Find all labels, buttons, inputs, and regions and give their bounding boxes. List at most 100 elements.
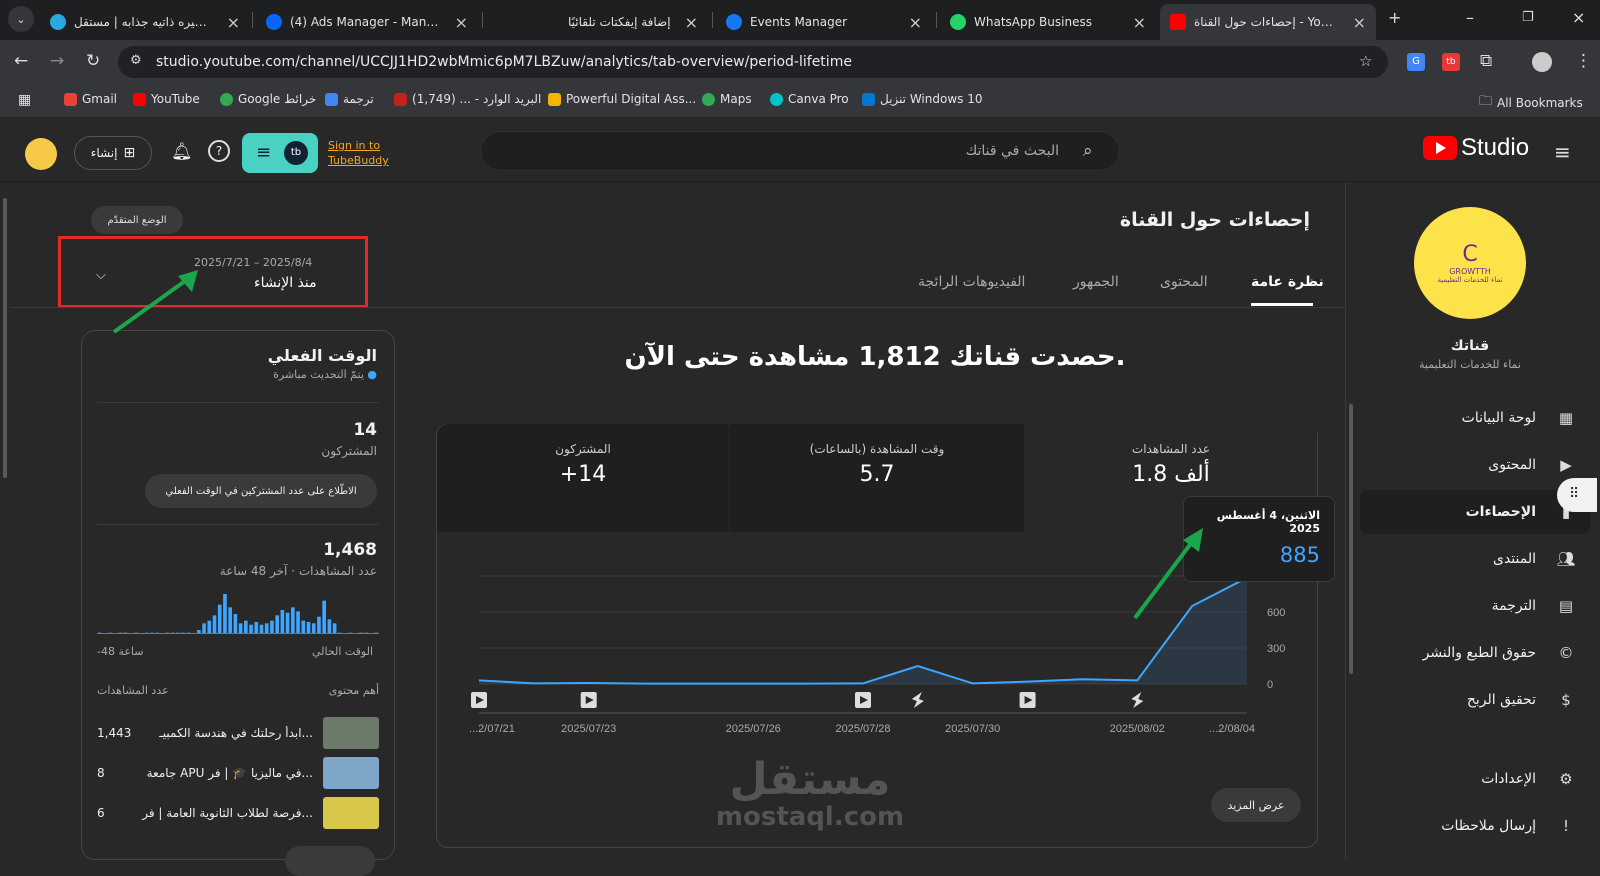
bookmark-digital-assets[interactable]: Powerful Digital Ass... (548, 92, 696, 106)
realtime-title: الوقت الفعلي (267, 346, 377, 365)
tubebuddy-ext-icon[interactable]: tb (1442, 53, 1460, 71)
bookmark-inbox[interactable]: البريد الوارد - ... (1,749) (394, 92, 541, 106)
realtime-subs-value: 14 (353, 420, 377, 440)
bookmark-canva[interactable]: Canva Pro (770, 92, 849, 106)
maximize-icon[interactable]: ❐ (1522, 10, 1534, 25)
top-content-row[interactable]: 8 جامعة APU في ماليزيا 🎓 | فر... (97, 756, 379, 790)
sidebar-item-settings[interactable]: الإعدادات ⚙ (1360, 757, 1590, 801)
bookmark-youtube[interactable]: YouTube (133, 92, 200, 106)
x-tick-label: 2025/07/23 (561, 723, 616, 735)
realtime-bar (264, 623, 269, 634)
bookmark-maps[interactable]: Maps (702, 92, 752, 106)
bookmark-translate[interactable]: ترجمة (325, 92, 374, 106)
browser-tab-5[interactable]: إحصاءات حول القناة - YouTube Studio× (1160, 4, 1376, 40)
annotation-arrow (112, 270, 198, 334)
sidebar-item-community[interactable]: المنتدى 👥︎ (1360, 537, 1590, 581)
drag-handle-icon[interactable]: ⠿ (1557, 478, 1597, 512)
profile-icon[interactable] (1532, 52, 1552, 72)
browser-tab-1[interactable]: (4) Ads Manager - Manage ads× (256, 4, 478, 40)
sidebar-scrollbar[interactable] (1349, 404, 1353, 674)
all-bookmarks[interactable]: 🗀 All Bookmarks (1479, 92, 1583, 114)
folder-icon: 🗀 (1479, 94, 1493, 109)
realtime-bar (202, 623, 206, 634)
menu-kebab-icon[interactable]: ⋮ (1575, 51, 1592, 71)
bookmark-gmail[interactable]: Gmail (64, 92, 117, 106)
new-tab-icon[interactable]: + (1388, 8, 1401, 27)
sidebar-item-subtitles[interactable]: الترجمة ▤ (1360, 584, 1590, 628)
extensions-icon[interactable]: ⧉ (1480, 51, 1492, 71)
tubebuddy-menu-button[interactable]: ≡ tb (242, 133, 318, 173)
browser-tab-2[interactable]: إضافة إيفكتات تلقائيًا × (486, 4, 708, 40)
realtime-bar (322, 600, 326, 634)
see-more-button[interactable]: عرض المزيد (1211, 788, 1301, 822)
top-content-row[interactable]: 1,443 ابدأ رحلتك في هندسة الكمبيـ... (97, 716, 379, 750)
realtime-bar (301, 620, 306, 634)
bookmark-windows[interactable]: تنزيل Windows 10 (862, 92, 982, 106)
more-button[interactable] (285, 846, 375, 876)
realtime-subs-button[interactable]: الاطّلاع على عدد المشتركين في الوقت الفع… (145, 474, 377, 508)
minimize-icon[interactable]: – (1466, 8, 1474, 27)
close-icon[interactable]: × (1353, 13, 1366, 32)
realtime-bar (207, 620, 212, 634)
channel-avatar[interactable]: C GROWTTH نماء للخدمات التعليمية (1414, 207, 1526, 319)
apps-icon[interactable]: ▦ (18, 92, 31, 108)
metric-subscribers[interactable]: المشتركون +14 (437, 424, 729, 532)
browser-tab-0[interactable]: عمل سيره ذاتيه جذابه | مستقل× (40, 4, 250, 40)
tubebuddy-logo-icon: tb (284, 141, 308, 165)
sidebar-item-monetization[interactable]: تحقيق الربح $ (1360, 678, 1590, 722)
advanced-mode-button[interactable]: الوضع المتقدّم (91, 206, 183, 234)
sidebar-item-analytics[interactable]: الإحصاءات ▮ (1360, 490, 1590, 534)
sidebar-item-content[interactable]: المحتوى ▶ (1360, 443, 1590, 487)
star-icon[interactable]: ☆ (1359, 52, 1372, 70)
tab-content[interactable]: المحتوى (1160, 274, 1208, 290)
youtube-logo-icon (1423, 136, 1457, 160)
metric-watch-time[interactable]: وقت المشاهدة (بالساعات) 5.7 (730, 424, 1024, 532)
tab-overview[interactable]: نظرة عامة (1251, 274, 1324, 290)
hamburger-icon: ≡ (256, 142, 272, 163)
tab-search-icon[interactable]: ⌄ (8, 6, 34, 32)
realtime-bar (280, 610, 285, 634)
browser-tab-4[interactable]: WhatsApp Business × (940, 4, 1156, 40)
realtime-bar (332, 623, 337, 634)
active-tab-indicator (1251, 303, 1313, 306)
reload-icon[interactable]: ↻ (86, 51, 100, 71)
window-close-icon[interactable]: × (1572, 8, 1585, 27)
realtime-bar (244, 620, 248, 634)
main-scrollbar[interactable] (3, 198, 7, 478)
back-icon[interactable]: ← (14, 51, 28, 71)
site-info-icon[interactable]: ⚙ (130, 53, 142, 68)
feedback-icon: ! (1562, 817, 1569, 835)
x-tick-label: ...2/07/21 (469, 723, 515, 735)
bell-icon[interactable]: 🔔︎ (171, 142, 193, 162)
tab-audience[interactable]: الجمهور (1073, 274, 1119, 290)
bookmark-maps-ar[interactable]: Google خرائط (220, 92, 316, 106)
studio-logo[interactable]: Studio (1423, 134, 1529, 162)
close-icon[interactable]: × (227, 13, 240, 32)
sidebar-item-copyright[interactable]: حقوق الطبع والنشر © (1360, 631, 1590, 675)
url-input[interactable]: studio.youtube.com/channel/UCCJJ1HD2wbMm… (118, 46, 1388, 78)
tab-trending[interactable]: الفيديوهات الرائجة (918, 274, 1025, 290)
close-icon[interactable]: × (685, 13, 698, 32)
forward-icon[interactable]: → (50, 51, 64, 71)
close-icon[interactable]: × (455, 13, 468, 32)
facebook-icon (726, 14, 742, 30)
top-content-row[interactable]: 6 فرصة لطلاب الثانوية العامة | فر... (97, 796, 379, 830)
create-button[interactable]: إنشاء ⊞ (74, 136, 152, 170)
live-dot-icon: ● (367, 368, 377, 381)
annotation-arrow (1133, 528, 1203, 620)
logo-c-icon: C (1462, 242, 1478, 267)
hamburger-icon[interactable]: ≡ (1554, 140, 1571, 164)
close-icon[interactable]: × (1133, 13, 1146, 32)
search-icon[interactable]: ⌕ (1083, 141, 1093, 161)
tubebuddy-sign-in-link[interactable]: Sign in to TubeBuddy (328, 138, 389, 168)
help-icon[interactable]: ? (208, 140, 230, 162)
sidebar-item-feedback[interactable]: إرسال ملاحظات! (1360, 804, 1590, 848)
channel-search-input[interactable]: البحث في قناتك (480, 131, 1120, 171)
period-label: منذ الإنشاء (254, 275, 317, 291)
account-avatar[interactable] (25, 138, 57, 170)
translate-ext-icon[interactable]: G (1407, 53, 1425, 71)
browser-tab-3[interactable]: Events Manager × (716, 4, 932, 40)
sidebar-item-dashboard[interactable]: لوحة البيانات ▦ (1360, 396, 1590, 440)
close-icon[interactable]: × (909, 13, 922, 32)
x-tick-label: 2025/07/28 (835, 723, 890, 735)
